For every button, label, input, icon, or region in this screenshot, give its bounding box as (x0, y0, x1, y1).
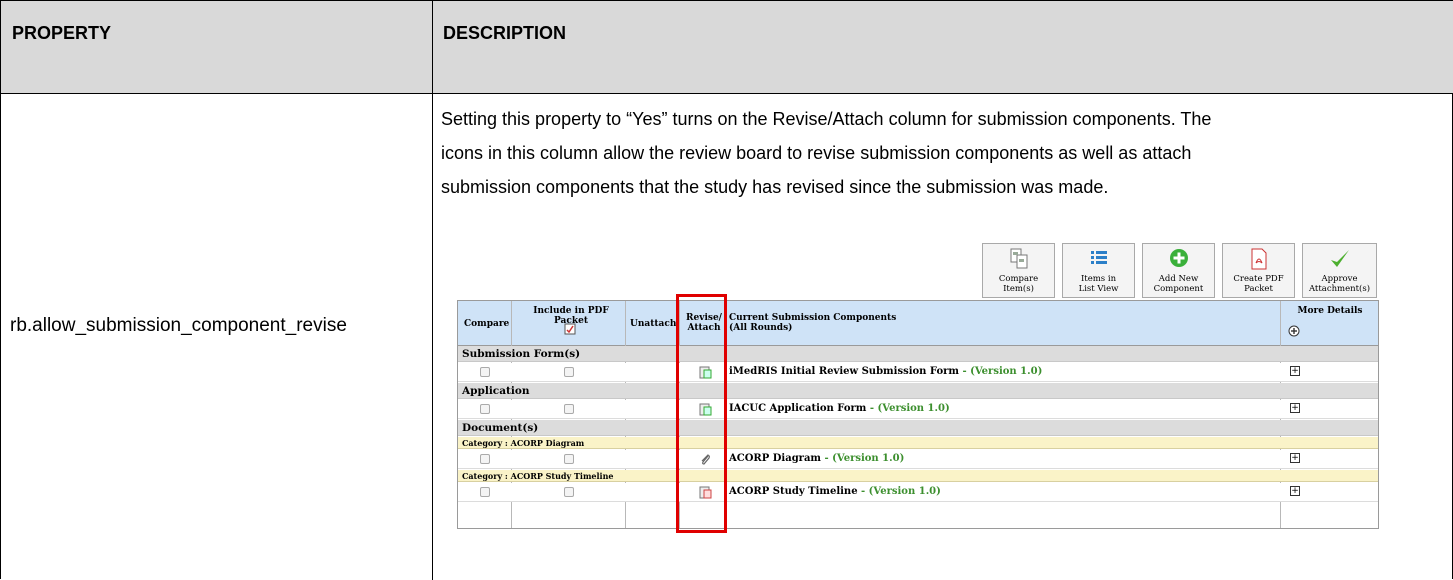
category-acorp-diagram: Category : ACORP Diagram (458, 437, 1378, 449)
component-version: - (Version 1.0) (821, 453, 905, 464)
plus-circle-icon (1169, 248, 1189, 271)
col-more-details: More Details (1297, 306, 1363, 316)
table-row: ACORP Diagram - (Version 1.0) + (458, 450, 1378, 469)
col-rounds-line: (All Rounds) (729, 323, 793, 333)
include-pdf-checkbox[interactable] (564, 454, 574, 464)
expand-details-icon[interactable]: + (1290, 486, 1300, 496)
col-compare: Compare (464, 319, 510, 329)
section-application: Application (458, 383, 1378, 399)
section-documents: Document(s) (458, 420, 1378, 436)
column-divider (432, 1, 433, 580)
component-title: ACORP Study Timeline (729, 486, 858, 497)
checkmark-icon (1329, 248, 1351, 273)
component-title: ACORP Diagram (729, 453, 822, 464)
header-description: DESCRIPTION (443, 23, 567, 43)
compare-icon (1009, 248, 1029, 273)
table-row: iMedRIS Initial Review Submission Form -… (458, 363, 1378, 382)
component-title: iMedRIS Initial Review Submission Form (729, 366, 959, 377)
compare-checkbox[interactable] (480, 454, 490, 464)
button-label: Create PDF (1233, 274, 1284, 284)
component-name[interactable]: IACUC Application Form - (Version 1.0) (729, 403, 950, 414)
compare-checkbox[interactable] (480, 404, 490, 414)
submission-components-grid: Compare Include in PDF Packet Unattach R… (457, 300, 1379, 529)
items-list-view-button[interactable]: Items in List View (1062, 243, 1135, 298)
expand-details-icon[interactable]: + (1290, 453, 1300, 463)
col-unattach: Unattach (630, 319, 677, 329)
button-label: Items in (1080, 274, 1117, 284)
component-name[interactable]: ACORP Study Timeline - (Version 1.0) (729, 486, 941, 497)
button-label: Compare (998, 274, 1039, 284)
section-submission-forms: Submission Form(s) (458, 346, 1378, 362)
property-name: rb.allow_submission_component_revise (10, 315, 347, 336)
button-label: Approve (1321, 274, 1358, 284)
component-title: IACUC Application Form (729, 403, 867, 414)
col-current-line: Current Submission Components (729, 313, 897, 323)
include-pdf-checkbox[interactable] (564, 367, 574, 377)
table-row: IACUC Application Form - (Version 1.0) + (458, 400, 1378, 419)
table-row: ACORP Study Timeline - (Version 1.0) + (458, 483, 1378, 502)
compare-checkbox[interactable] (480, 487, 490, 497)
table-header-row: PROPERTY DESCRIPTION (1, 1, 1453, 94)
grid-header: Compare Include in PDF Packet Unattach R… (458, 301, 1378, 346)
component-version: - (Version 1.0) (857, 486, 941, 497)
component-name[interactable]: ACORP Diagram - (Version 1.0) (729, 453, 904, 464)
pdf-icon (1250, 248, 1268, 273)
button-label: Attachment(s) (1308, 284, 1371, 294)
pdf-packet-icon (564, 323, 576, 338)
compare-items-button[interactable]: Compare Item(s) (982, 243, 1055, 298)
list-icon (1089, 248, 1109, 271)
button-label: Item(s) (1003, 284, 1034, 294)
compare-checkbox[interactable] (480, 367, 490, 377)
approve-attachments-button[interactable]: Approve Attachment(s) (1302, 243, 1377, 298)
description-line: icons in this column allow the review bo… (441, 143, 1192, 163)
include-pdf-checkbox[interactable] (564, 404, 574, 414)
create-pdf-packet-button[interactable]: Create PDF Packet (1222, 243, 1295, 298)
component-name[interactable]: iMedRIS Initial Review Submission Form -… (729, 366, 1042, 377)
component-version: - (Version 1.0) (866, 403, 950, 414)
col-current-components: Current Submission Components (All Round… (729, 313, 896, 333)
include-pdf-checkbox[interactable] (564, 487, 574, 497)
button-label: Component (1153, 284, 1204, 294)
expand-all-icon[interactable] (1288, 325, 1300, 340)
description-text: Setting this property to “Yes” turns on … (441, 102, 1441, 204)
add-new-component-button[interactable]: Add New Component (1142, 243, 1215, 298)
button-label: Add New (1158, 274, 1199, 284)
component-version: - (Version 1.0) (959, 366, 1043, 377)
category-acorp-study-timeline: Category : ACORP Study Timeline (458, 470, 1378, 482)
description-line: submission components that the study has… (441, 177, 1109, 197)
expand-details-icon[interactable]: + (1290, 403, 1300, 413)
button-label: Packet (1244, 284, 1273, 294)
description-line: Setting this property to “Yes” turns on … (441, 109, 1212, 129)
button-label: List View (1078, 284, 1119, 294)
expand-details-icon[interactable]: + (1290, 366, 1300, 376)
revise-attach-highlight (676, 294, 727, 533)
header-property: PROPERTY (12, 23, 112, 43)
